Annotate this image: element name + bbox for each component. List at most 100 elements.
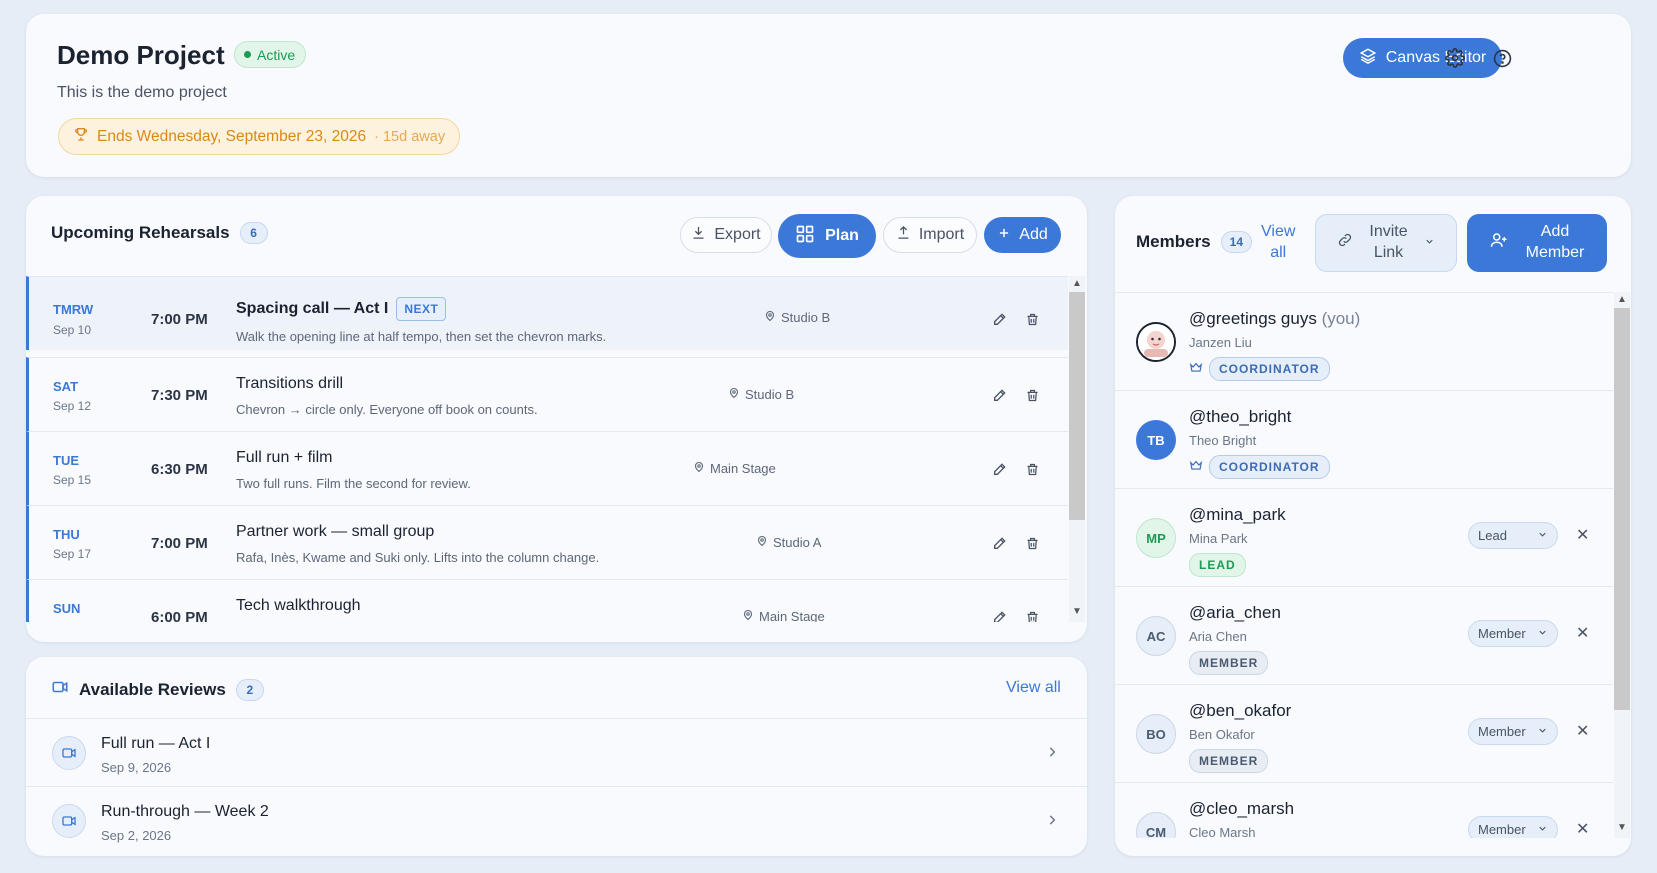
rehearsal-date: Sep 10: [53, 323, 92, 337]
members-heading: Members 14: [1136, 231, 1252, 253]
member-row[interactable]: TB @theo_bright Theo Bright COORDINATOR: [1115, 390, 1613, 488]
trash-icon[interactable]: [1023, 534, 1041, 552]
add-label: Add: [1019, 226, 1048, 243]
rehearsal-location: Studio B: [728, 387, 794, 402]
role-select[interactable]: Member: [1468, 620, 1558, 647]
close-icon[interactable]: ✕: [1576, 721, 1589, 741]
chevron-down-icon: [1424, 233, 1435, 254]
role-badge: LEAD: [1189, 553, 1246, 577]
pencil-icon[interactable]: [991, 460, 1009, 478]
invite-link-button[interactable]: Invite Link: [1315, 214, 1457, 272]
rehearsal-description: Rafa, Inès, Kwame and Suki only. Lifts i…: [236, 550, 600, 565]
crown-icon: [1189, 458, 1203, 477]
rehearsal-row[interactable]: THU Sep 17 7:00 PM Partner work — small …: [26, 505, 1068, 579]
rehearsal-row[interactable]: TUE Sep 15 6:30 PM Full run + film Two f…: [26, 431, 1068, 505]
rehearsal-description: Chevron → circle only. Everyone off book…: [236, 402, 538, 417]
chevron-down-icon: [1537, 724, 1548, 739]
role-select[interactable]: Member: [1468, 718, 1558, 745]
location-label: Main Stage: [759, 609, 825, 622]
scroll-down-arrow[interactable]: ▼: [1069, 606, 1085, 617]
member-row[interactable]: AC @aria_chen Aria Chen MEMBER Member ✕: [1115, 586, 1613, 684]
export-button[interactable]: Export: [680, 217, 772, 253]
role-select-value: Member: [1478, 626, 1526, 641]
role-select-value: Lead: [1478, 528, 1507, 543]
scroll-down-arrow[interactable]: ▼: [1614, 822, 1630, 833]
member-row[interactable]: MP @mina_park Mina Park LEAD Lead ✕: [1115, 488, 1613, 586]
member-handle: @ben_okafor: [1189, 701, 1292, 720]
member-role: COORDINATOR: [1189, 357, 1330, 381]
members-title: Members: [1136, 232, 1211, 251]
close-icon[interactable]: ✕: [1576, 623, 1589, 643]
role-badge: COORDINATOR: [1209, 357, 1330, 381]
scroll-up-arrow[interactable]: ▲: [1069, 278, 1085, 289]
rehearsal-time: 6:00 PM: [151, 609, 208, 622]
rehearsal-location: Studio A: [756, 535, 821, 550]
member-row[interactable]: CM @cleo_marsh Cleo Marsh Member ✕: [1115, 782, 1613, 838]
status-badge: Active: [234, 41, 307, 68]
trash-icon[interactable]: [1023, 608, 1041, 622]
trash-icon[interactable]: [1023, 310, 1041, 328]
rehearsal-time: 6:30 PM: [151, 461, 208, 478]
rehearsal-scrollbar[interactable]: ▲ ▼: [1069, 276, 1085, 622]
reviews-view-all-link[interactable]: View all: [1006, 679, 1061, 697]
review-date: Sep 2, 2026: [101, 828, 172, 843]
add-member-button[interactable]: Add Member: [1467, 214, 1607, 272]
pencil-icon[interactable]: [991, 608, 1009, 622]
rehearsal-row[interactable]: SAT Sep 12 7:30 PM Transitions drill Che…: [26, 357, 1068, 431]
trash-icon[interactable]: [1023, 460, 1041, 478]
pencil-icon[interactable]: [991, 310, 1009, 328]
crown-icon: [1189, 360, 1203, 379]
trophy-icon: [73, 126, 89, 147]
member-row[interactable]: BO @ben_okafor Ben Okafor MEMBER Member …: [1115, 684, 1613, 782]
rehearsal-title-wrap: Spacing call — Act I NEXT: [236, 297, 447, 321]
rehearsal-date: Sep 12: [53, 399, 92, 413]
scroll-thumb[interactable]: [1069, 292, 1085, 520]
rehearsals-title: Upcoming Rehearsals: [51, 223, 230, 242]
scroll-up-arrow[interactable]: ▲: [1614, 294, 1630, 305]
chevron-down-icon: [1537, 626, 1548, 641]
add-rehearsal-button[interactable]: Add: [984, 217, 1061, 253]
review-item[interactable]: Run-through — Week 2 Sep 2, 2026: [26, 786, 1087, 854]
reviews-heading: Available Reviews 2: [51, 678, 264, 701]
link-icon: [1337, 232, 1353, 255]
help-icon[interactable]: [1488, 44, 1516, 72]
map-pin-icon: [764, 310, 776, 325]
member-row[interactable]: @greetings guys (you) Janzen Liu COORDIN…: [1115, 292, 1613, 390]
review-item[interactable]: Full run — Act I Sep 9, 2026: [26, 718, 1087, 786]
avatar: MP: [1136, 518, 1176, 558]
location-label: Studio B: [745, 387, 795, 402]
add-member-label: Add Member: [1526, 222, 1585, 264]
role-badge: MEMBER: [1189, 749, 1269, 773]
member-role: MEMBER: [1189, 749, 1269, 773]
member-handle: @cleo_marsh: [1189, 799, 1295, 818]
gear-icon[interactable]: [1441, 44, 1469, 72]
pencil-icon[interactable]: [991, 386, 1009, 404]
avatar: CM: [1136, 812, 1176, 838]
role-select[interactable]: Lead: [1468, 522, 1558, 549]
close-icon[interactable]: ✕: [1576, 819, 1589, 838]
rehearsal-title: Transitions drill: [236, 375, 343, 392]
trash-icon[interactable]: [1023, 386, 1041, 404]
rehearsal-time: 7:00 PM: [151, 311, 208, 328]
member-role: COORDINATOR: [1189, 455, 1330, 479]
map-pin-icon: [728, 387, 740, 402]
role-select-value: Member: [1478, 822, 1526, 837]
members-count: 14: [1220, 231, 1252, 253]
plan-button[interactable]: Plan: [778, 214, 876, 258]
scroll-thumb[interactable]: [1614, 308, 1630, 710]
canvas-editor-button[interactable]: Canvas Editor: [1343, 38, 1502, 78]
chevron-down-icon: [1537, 528, 1548, 543]
rehearsal-row[interactable]: SUN 6:00 PM Tech walkthrough Main Stage: [26, 579, 1068, 622]
members-panel: Members 14 View all Invite Link Add Memb…: [1115, 196, 1631, 856]
plan-label: Plan: [825, 227, 859, 244]
members-view-all-link[interactable]: View all: [1261, 222, 1295, 264]
location-label: Studio A: [773, 535, 822, 550]
close-icon[interactable]: ✕: [1576, 525, 1589, 545]
import-button[interactable]: Import: [883, 217, 977, 253]
pencil-icon[interactable]: [991, 534, 1009, 552]
rehearsal-title: Full run + film: [236, 449, 333, 466]
plus-icon: [997, 226, 1011, 245]
members-scrollbar[interactable]: ▲ ▼: [1614, 292, 1630, 838]
role-select[interactable]: Member: [1468, 816, 1558, 838]
rehearsal-row[interactable]: TMRW Sep 10 7:00 PM Spacing call — Act I…: [26, 276, 1068, 350]
